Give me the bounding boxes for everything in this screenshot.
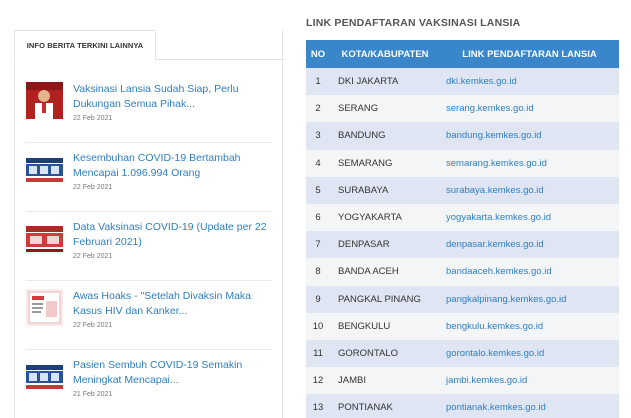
row-number: 7 xyxy=(306,231,330,259)
row-number: 3 xyxy=(306,122,330,150)
news-panel: INFO BERITA TERKINI LAINNYA Vaksinasi La… xyxy=(14,30,284,418)
news-thumbnail[interactable] xyxy=(26,358,63,395)
registration-link[interactable]: gorontalo.kemkes.go.id xyxy=(446,348,544,359)
news-date: 22 Feb 2021 xyxy=(73,115,113,122)
news-title-link[interactable]: Awas Hoaks - "Setelah Divaksin Maka Kasu… xyxy=(73,289,269,319)
row-number: 10 xyxy=(306,312,330,340)
registration-link[interactable]: yogyakarta.kemkes.go.id xyxy=(446,212,551,223)
registration-link[interactable]: dki.kemkes.go.id xyxy=(446,76,517,87)
news-item[interactable]: Pasien Sembuh COVID-19 Semakin Meningkat… xyxy=(26,350,271,418)
news-title-link[interactable]: Vaksinasi Lansia Sudah Siap, Perlu Dukun… xyxy=(73,82,269,112)
news-thumbnail[interactable] xyxy=(26,151,63,188)
row-city: BANDUNG xyxy=(330,122,440,150)
row-number: 5 xyxy=(306,176,330,204)
registration-link[interactable]: semarang.kemkes.go.id xyxy=(446,158,547,169)
row-number: 4 xyxy=(306,149,330,177)
vaccination-links-table: NO KOTA/KABUPATEN LINK PENDAFTARAN LANSI… xyxy=(306,40,619,418)
row-city: BANDA ACEH xyxy=(330,258,440,286)
registration-link[interactable]: bandaaceh.kemkes.go.id xyxy=(446,266,552,277)
row-city: JAMBI xyxy=(330,367,440,395)
table-row: 10 BENGKULU bengkulu.kemkes.go.id xyxy=(306,312,619,340)
news-tabbar: INFO BERITA TERKINI LAINNYA xyxy=(14,30,284,61)
news-title-link[interactable]: Kesembuhan COVID-19 Bertambah Mencapai 1… xyxy=(73,151,269,181)
row-city: SURABAYA xyxy=(330,176,440,204)
row-city: YOGYAKARTA xyxy=(330,203,440,232)
row-number: 13 xyxy=(306,394,330,418)
table-row: 1 DKI JAKARTA dki.kemkes.go.id xyxy=(306,68,619,96)
row-number: 1 xyxy=(306,68,330,96)
registration-link[interactable]: jambi.kemkes.go.id xyxy=(446,375,527,386)
table-row: 12 JAMBI jambi.kemkes.go.id xyxy=(306,367,619,395)
header-city: KOTA/KABUPATEN xyxy=(330,40,440,68)
header-no: NO xyxy=(306,40,330,68)
news-title-link[interactable]: Data Vaksinasi COVID-19 (Update per 22 F… xyxy=(73,220,269,250)
row-number: 8 xyxy=(306,258,330,286)
registration-link[interactable]: surabaya.kemkes.go.id xyxy=(446,185,544,196)
news-list: Vaksinasi Lansia Sudah Siap, Perlu Dukun… xyxy=(26,74,271,418)
news-item[interactable]: Kesembuhan COVID-19 Bertambah Mencapai 1… xyxy=(26,143,271,212)
registration-link[interactable]: bandung.kemkes.go.id xyxy=(446,130,542,141)
news-thumbnail[interactable] xyxy=(26,220,63,257)
row-city: PANGKAL PINANG xyxy=(330,285,440,313)
table-row: 9 PANGKAL PINANG pangkalpinang.kemkes.go.i… xyxy=(306,285,619,313)
news-date: 22 Feb 2021 xyxy=(73,253,113,260)
news-item[interactable]: Vaksinasi Lansia Sudah Siap, Perlu Dukun… xyxy=(26,74,271,143)
news-date: 21 Feb 2021 xyxy=(73,391,113,398)
registration-link[interactable]: bengkulu.kemkes.go.id xyxy=(446,321,543,332)
news-item[interactable]: Awas Hoaks - "Setelah Divaksin Maka Kasu… xyxy=(26,281,271,350)
table-row: 5 SURABAYA surabaya.kemkes.go.id xyxy=(306,176,619,204)
news-thumbnail[interactable] xyxy=(26,82,63,119)
news-thumbnail[interactable] xyxy=(26,289,63,326)
row-number: 2 xyxy=(306,95,330,123)
table-row: 11 GORONTALO gorontalo.kemkes.go.id xyxy=(306,339,619,368)
table-row: 2 SERANG serang.kemkes.go.id xyxy=(306,95,619,123)
registration-link[interactable]: serang.kemkes.go.id xyxy=(446,103,534,114)
table-row: 8 BANDA ACEH bandaaceh.kemkes.go.id xyxy=(306,258,619,286)
news-item[interactable]: Data Vaksinasi COVID-19 (Update per 22 F… xyxy=(26,212,271,281)
news-title-link[interactable]: Pasien Sembuh COVID-19 Semakin Meningkat… xyxy=(73,358,269,388)
row-city: DKI JAKARTA xyxy=(330,68,440,96)
table-row: 4 SEMARANG semarang.kemkes.go.id xyxy=(306,149,619,177)
tab-info-berita[interactable]: INFO BERITA TERKINI LAINNYA xyxy=(14,30,156,61)
table-row: 7 DENPASAR denpasar.kemkes.go.id xyxy=(306,231,619,259)
vaccination-links-heading: LINK PENDAFTARAN VAKSINASI LANSIA xyxy=(306,17,521,29)
row-city: SEMARANG xyxy=(330,149,440,177)
row-number: 6 xyxy=(306,203,330,232)
row-city: PONTIANAK xyxy=(330,394,440,418)
row-number: 12 xyxy=(306,367,330,395)
row-city: SERANG xyxy=(330,95,440,123)
row-number: 9 xyxy=(306,285,330,313)
news-date: 22 Feb 2021 xyxy=(73,184,113,191)
news-date: 22 Feb 2021 xyxy=(73,322,113,329)
table-header-row: NO KOTA/KABUPATEN LINK PENDAFTARAN LANSI… xyxy=(306,40,619,68)
registration-link[interactable]: pangkalpinang.kemkes.go.id xyxy=(446,294,566,305)
table-row: 13 PONTIANAK pontianak.kemkes.go.id xyxy=(306,394,619,418)
row-number: 11 xyxy=(306,339,330,368)
table-row: 6 YOGYAKARTA yogyakarta.kemkes.go.id xyxy=(306,203,619,232)
row-city: DENPASAR xyxy=(330,231,440,259)
row-city: BENGKULU xyxy=(330,312,440,340)
header-link: LINK PENDAFTARAN LANSIA xyxy=(440,40,619,68)
table-row: 3 BANDUNG bandung.kemkes.go.id xyxy=(306,122,619,150)
registration-link[interactable]: denpasar.kemkes.go.id xyxy=(446,239,544,250)
row-city: GORONTALO xyxy=(330,339,440,368)
registration-link[interactable]: pontianak.kemkes.go.id xyxy=(446,402,546,413)
